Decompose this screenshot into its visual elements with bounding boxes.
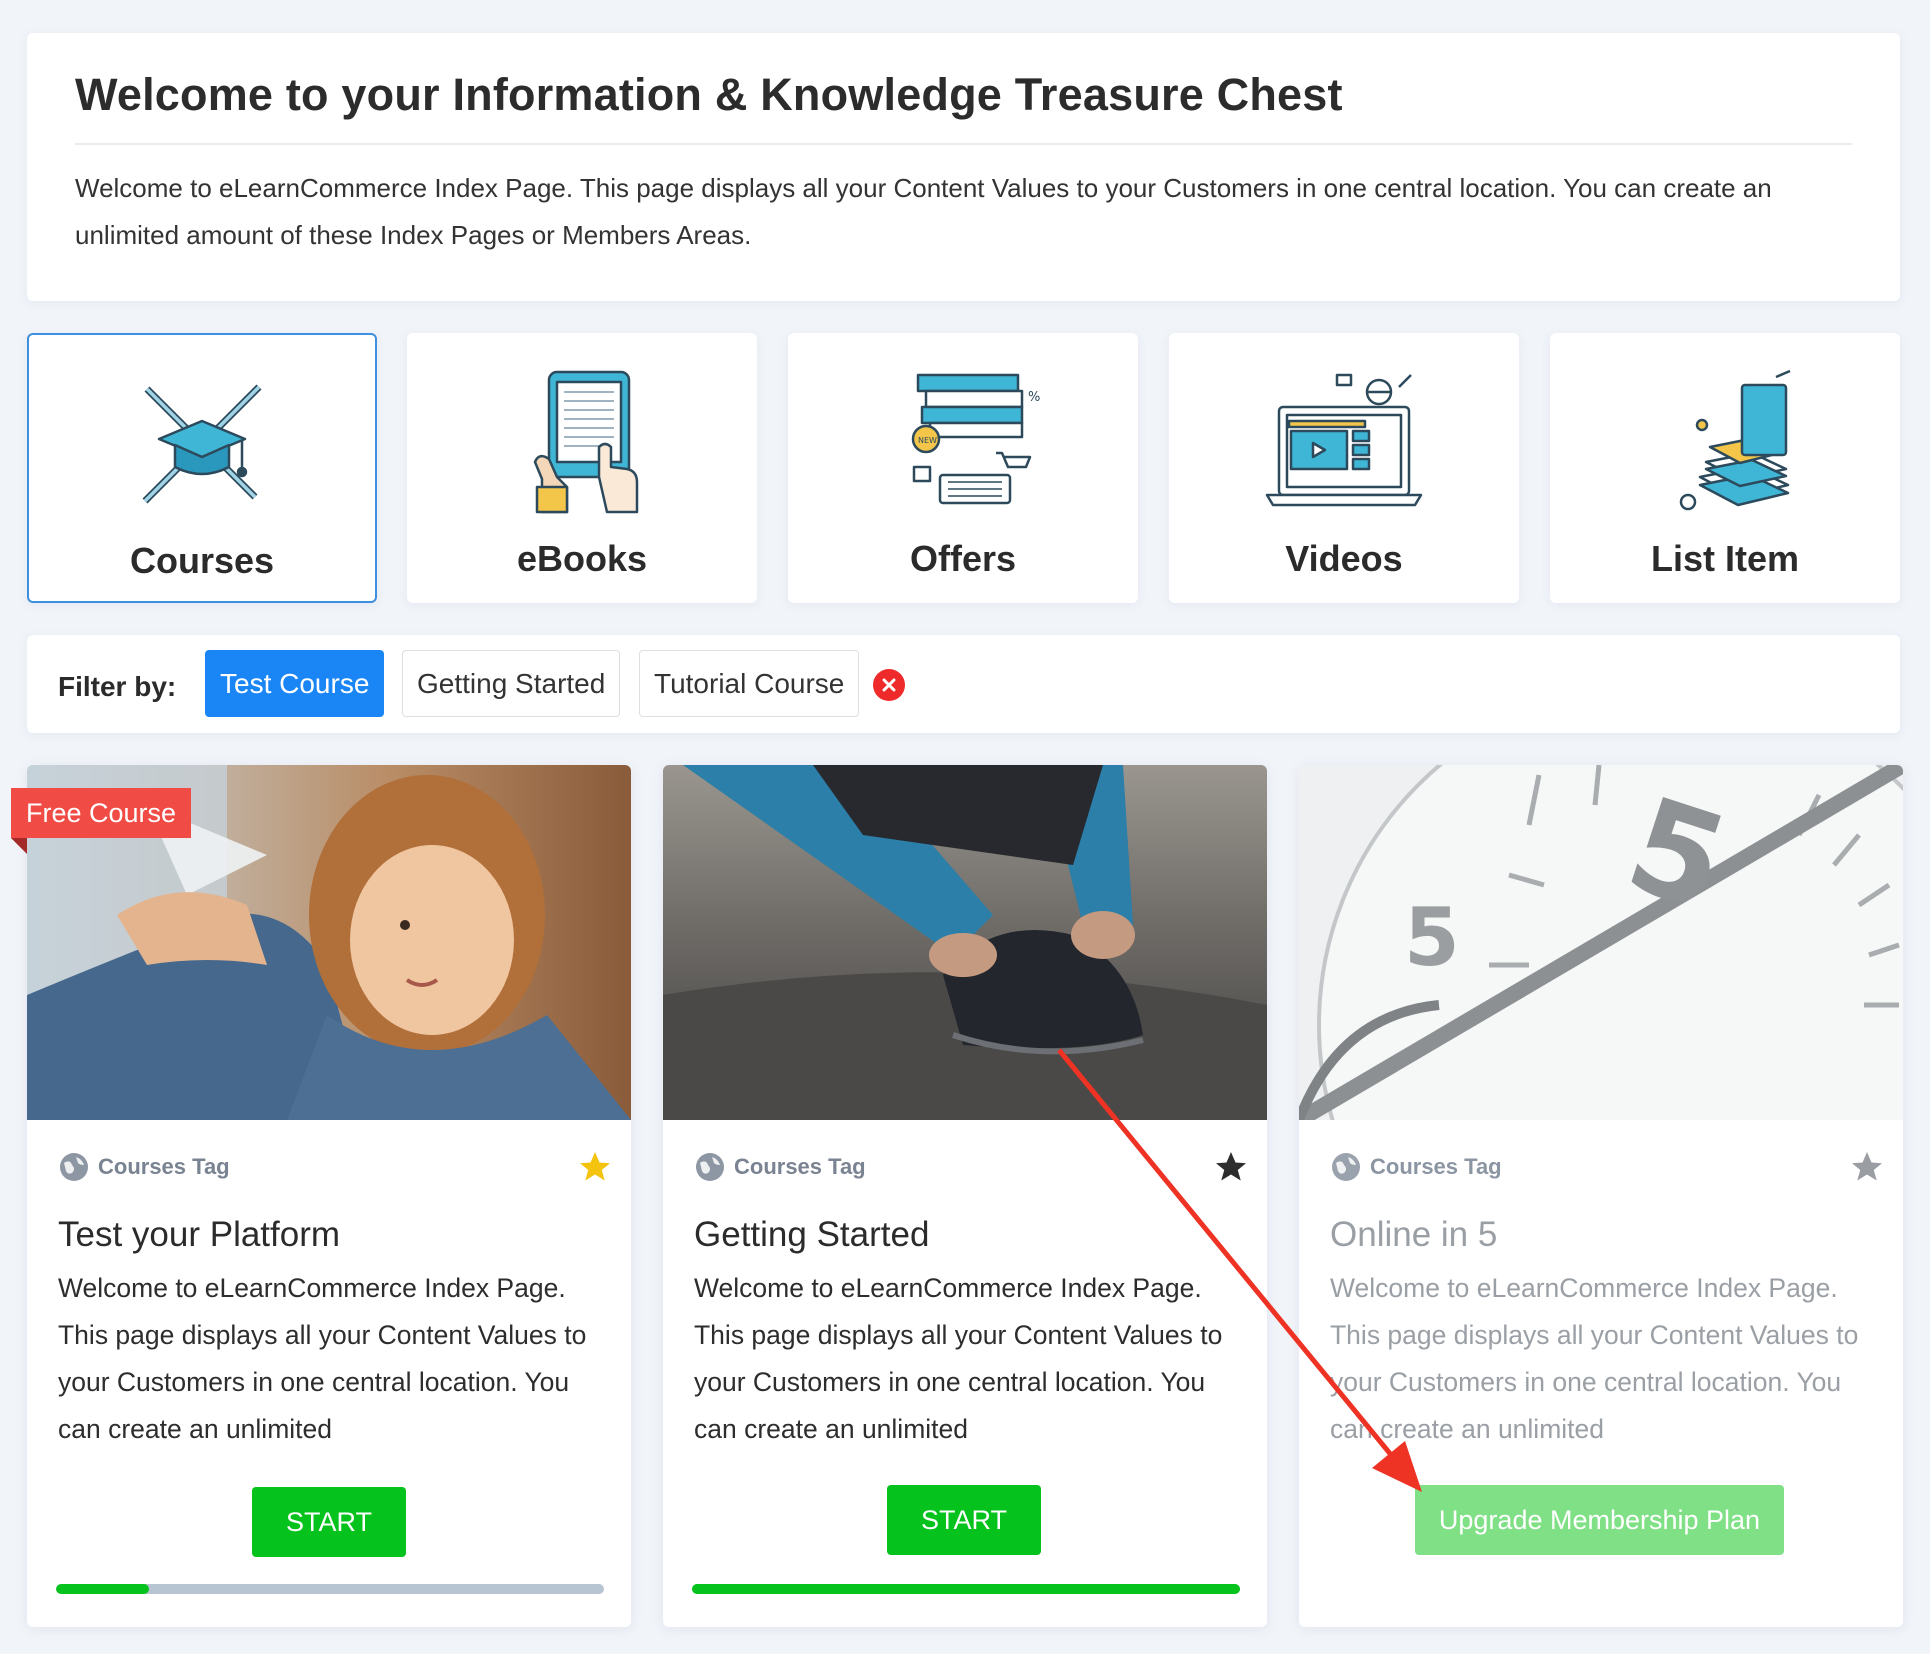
course-tag: Courses Tag	[58, 1151, 230, 1183]
category-label: Videos	[1285, 538, 1403, 579]
course-title[interactable]: Test your Platform	[58, 1215, 340, 1255]
course-tag: Courses Tag	[1330, 1151, 1502, 1183]
book-stack-icon	[1550, 367, 1900, 517]
filter-label: Filter by:	[58, 671, 177, 702]
globe-icon	[696, 1153, 724, 1181]
course-tag-label: Courses Tag	[98, 1154, 230, 1179]
svg-text:%: %	[1028, 390, 1040, 405]
course-progress-fill	[692, 1584, 1240, 1594]
course-tag-label: Courses Tag	[734, 1154, 866, 1179]
category-label: eBooks	[516, 538, 648, 579]
course-tag-label: Courses Tag	[1370, 1154, 1502, 1179]
course-title[interactable]: Getting Started	[694, 1215, 929, 1255]
filter-bar: Filter by: Test Course Getting Started T…	[27, 635, 1900, 733]
category-label: Courses	[129, 540, 275, 581]
course-card-locked[interactable]: 5 5 Courses Tag Online in 5 Welcome to e…	[1299, 765, 1903, 1627]
filter-chip-test-course[interactable]: Test Course	[205, 650, 385, 717]
favorite-star-icon[interactable]	[577, 1149, 613, 1185]
course-progress-bar	[56, 1584, 604, 1594]
course-image-stopwatch: 5 5	[1299, 765, 1903, 1120]
svg-text:5: 5	[1404, 891, 1460, 984]
start-button[interactable]: START	[252, 1487, 406, 1557]
ribbon-fold	[11, 838, 27, 854]
laptop-video-icon	[1169, 367, 1519, 517]
category-tiles: Courses eBooks NEW % Offers Videos List …	[27, 333, 1900, 603]
category-tile-list-item[interactable]: List Item	[1550, 333, 1900, 603]
clear-filter-icon[interactable]	[873, 669, 905, 701]
category-label: List Item	[1650, 538, 1800, 579]
globe-icon	[1332, 1153, 1360, 1181]
course-tag: Courses Tag	[694, 1151, 866, 1183]
globe-icon	[60, 1153, 88, 1181]
favorite-star-icon[interactable]	[1213, 1149, 1249, 1185]
course-progress-bar	[692, 1584, 1240, 1594]
course-progress-fill	[56, 1584, 150, 1594]
filter-chip-tutorial-course[interactable]: Tutorial Course	[639, 650, 860, 717]
page-title: Welcome to your Information & Knowledge …	[75, 69, 1852, 145]
welcome-panel: Welcome to your Information & Knowledge …	[27, 33, 1900, 301]
graduation-cap-icon	[29, 369, 375, 519]
category-tile-offers[interactable]: NEW % Offers	[788, 333, 1138, 603]
course-description: Welcome to eLearnCommerce Index Page. Th…	[1330, 1273, 1859, 1444]
upgrade-membership-button[interactable]: Upgrade Membership Plan	[1415, 1485, 1784, 1555]
course-card[interactable]: Courses Tag Test your Platform Welcome t…	[27, 765, 631, 1627]
course-card[interactable]: Courses Tag Getting Started Welcome to e…	[663, 765, 1267, 1627]
category-tile-courses[interactable]: Courses	[27, 333, 377, 603]
course-title[interactable]: Online in 5	[1330, 1215, 1497, 1255]
free-course-ribbon: Free Course	[11, 788, 192, 838]
filter-chip-getting-started[interactable]: Getting Started	[402, 650, 621, 717]
course-description: Welcome to eLearnCommerce Index Page. Th…	[694, 1273, 1223, 1444]
start-button[interactable]: START	[887, 1485, 1041, 1555]
svg-text:NEW: NEW	[918, 436, 937, 445]
course-description: Welcome to eLearnCommerce Index Page. Th…	[58, 1273, 587, 1444]
welcome-text: Welcome to eLearnCommerce Index Page. Th…	[75, 173, 1772, 250]
course-image-tying-shoe	[663, 765, 1267, 1120]
favorite-star-icon[interactable]	[1849, 1149, 1885, 1185]
category-tile-ebooks[interactable]: eBooks	[407, 333, 757, 603]
category-label: Offers	[909, 538, 1017, 579]
category-tile-videos[interactable]: Videos	[1169, 333, 1519, 603]
tablet-ebook-icon	[407, 367, 757, 517]
books-cart-icon: NEW %	[788, 367, 1138, 517]
